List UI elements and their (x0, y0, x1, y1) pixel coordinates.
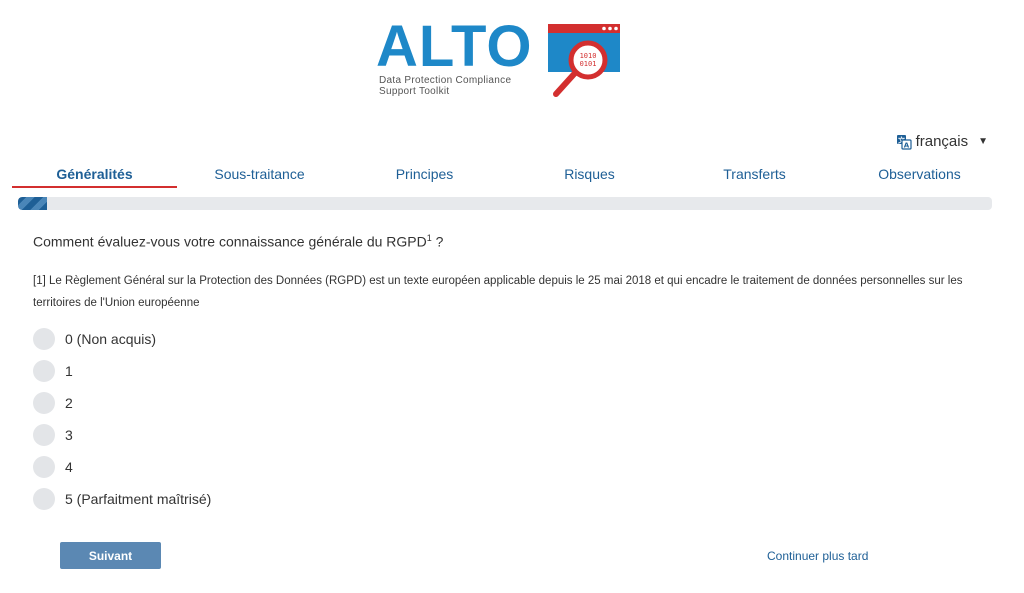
option-label: 5 (Parfaitment maîtrisé) (65, 491, 212, 507)
svg-text:0101: 0101 (580, 60, 597, 68)
option-label: 3 (65, 427, 73, 443)
logo-wordmark: ALTO (376, 14, 533, 79)
answer-options: 0 (Non acquis) 1 2 3 4 5 (Parfaitment ma… (33, 323, 211, 515)
tab-observations[interactable]: Observations (837, 162, 1002, 188)
radio-button[interactable] (33, 456, 55, 478)
radio-button[interactable] (33, 392, 55, 414)
tab-transferts[interactable]: Transferts (672, 162, 837, 188)
tab-sous-traitance[interactable]: Sous-traitance (177, 162, 342, 188)
alto-logo: ALTO Data Protection Compliance Support … (376, 18, 626, 102)
question-text: Comment évaluez-vous votre connaissance … (33, 233, 444, 250)
radio-button[interactable] (33, 328, 55, 350)
language-label: français (915, 133, 969, 150)
tab-principes[interactable]: Principes (342, 162, 507, 188)
radio-button[interactable] (33, 424, 55, 446)
option-label: 1 (65, 363, 73, 379)
radio-button[interactable] (33, 488, 55, 510)
option-4[interactable]: 4 (33, 451, 211, 483)
option-label: 4 (65, 459, 73, 475)
option-label: 2 (65, 395, 73, 411)
progress-fill (18, 197, 48, 210)
continue-later-link[interactable]: Continuer plus tard (767, 549, 868, 563)
chevron-down-icon: ▼ (978, 136, 988, 147)
logo-tagline: Data Protection Compliance Support Toolk… (379, 75, 512, 97)
option-label: 0 (Non acquis) (65, 331, 157, 347)
translate-icon: 文 A (896, 134, 912, 150)
footnote: [1] Le Règlement Général sur la Protecti… (33, 275, 963, 309)
next-button[interactable]: Suivant (60, 542, 161, 569)
radio-button[interactable] (33, 360, 55, 382)
tab-generalites[interactable]: Généralités (12, 162, 177, 188)
language-selector[interactable]: 文 A français ▼ (896, 133, 988, 150)
progress-bar (18, 197, 992, 210)
svg-text:1010: 1010 (580, 52, 597, 60)
tab-risques[interactable]: Risques (507, 162, 672, 188)
option-3[interactable]: 3 (33, 419, 211, 451)
svg-text:A: A (903, 141, 909, 149)
section-tabs: Généralités Sous-traitance Principes Ris… (12, 162, 1002, 188)
option-0[interactable]: 0 (Non acquis) (33, 323, 211, 355)
option-1[interactable]: 1 (33, 355, 211, 387)
option-5[interactable]: 5 (Parfaitment maîtrisé) (33, 483, 211, 515)
option-2[interactable]: 2 (33, 387, 211, 419)
magnifier-window-icon: 1010 0101 (548, 24, 620, 97)
